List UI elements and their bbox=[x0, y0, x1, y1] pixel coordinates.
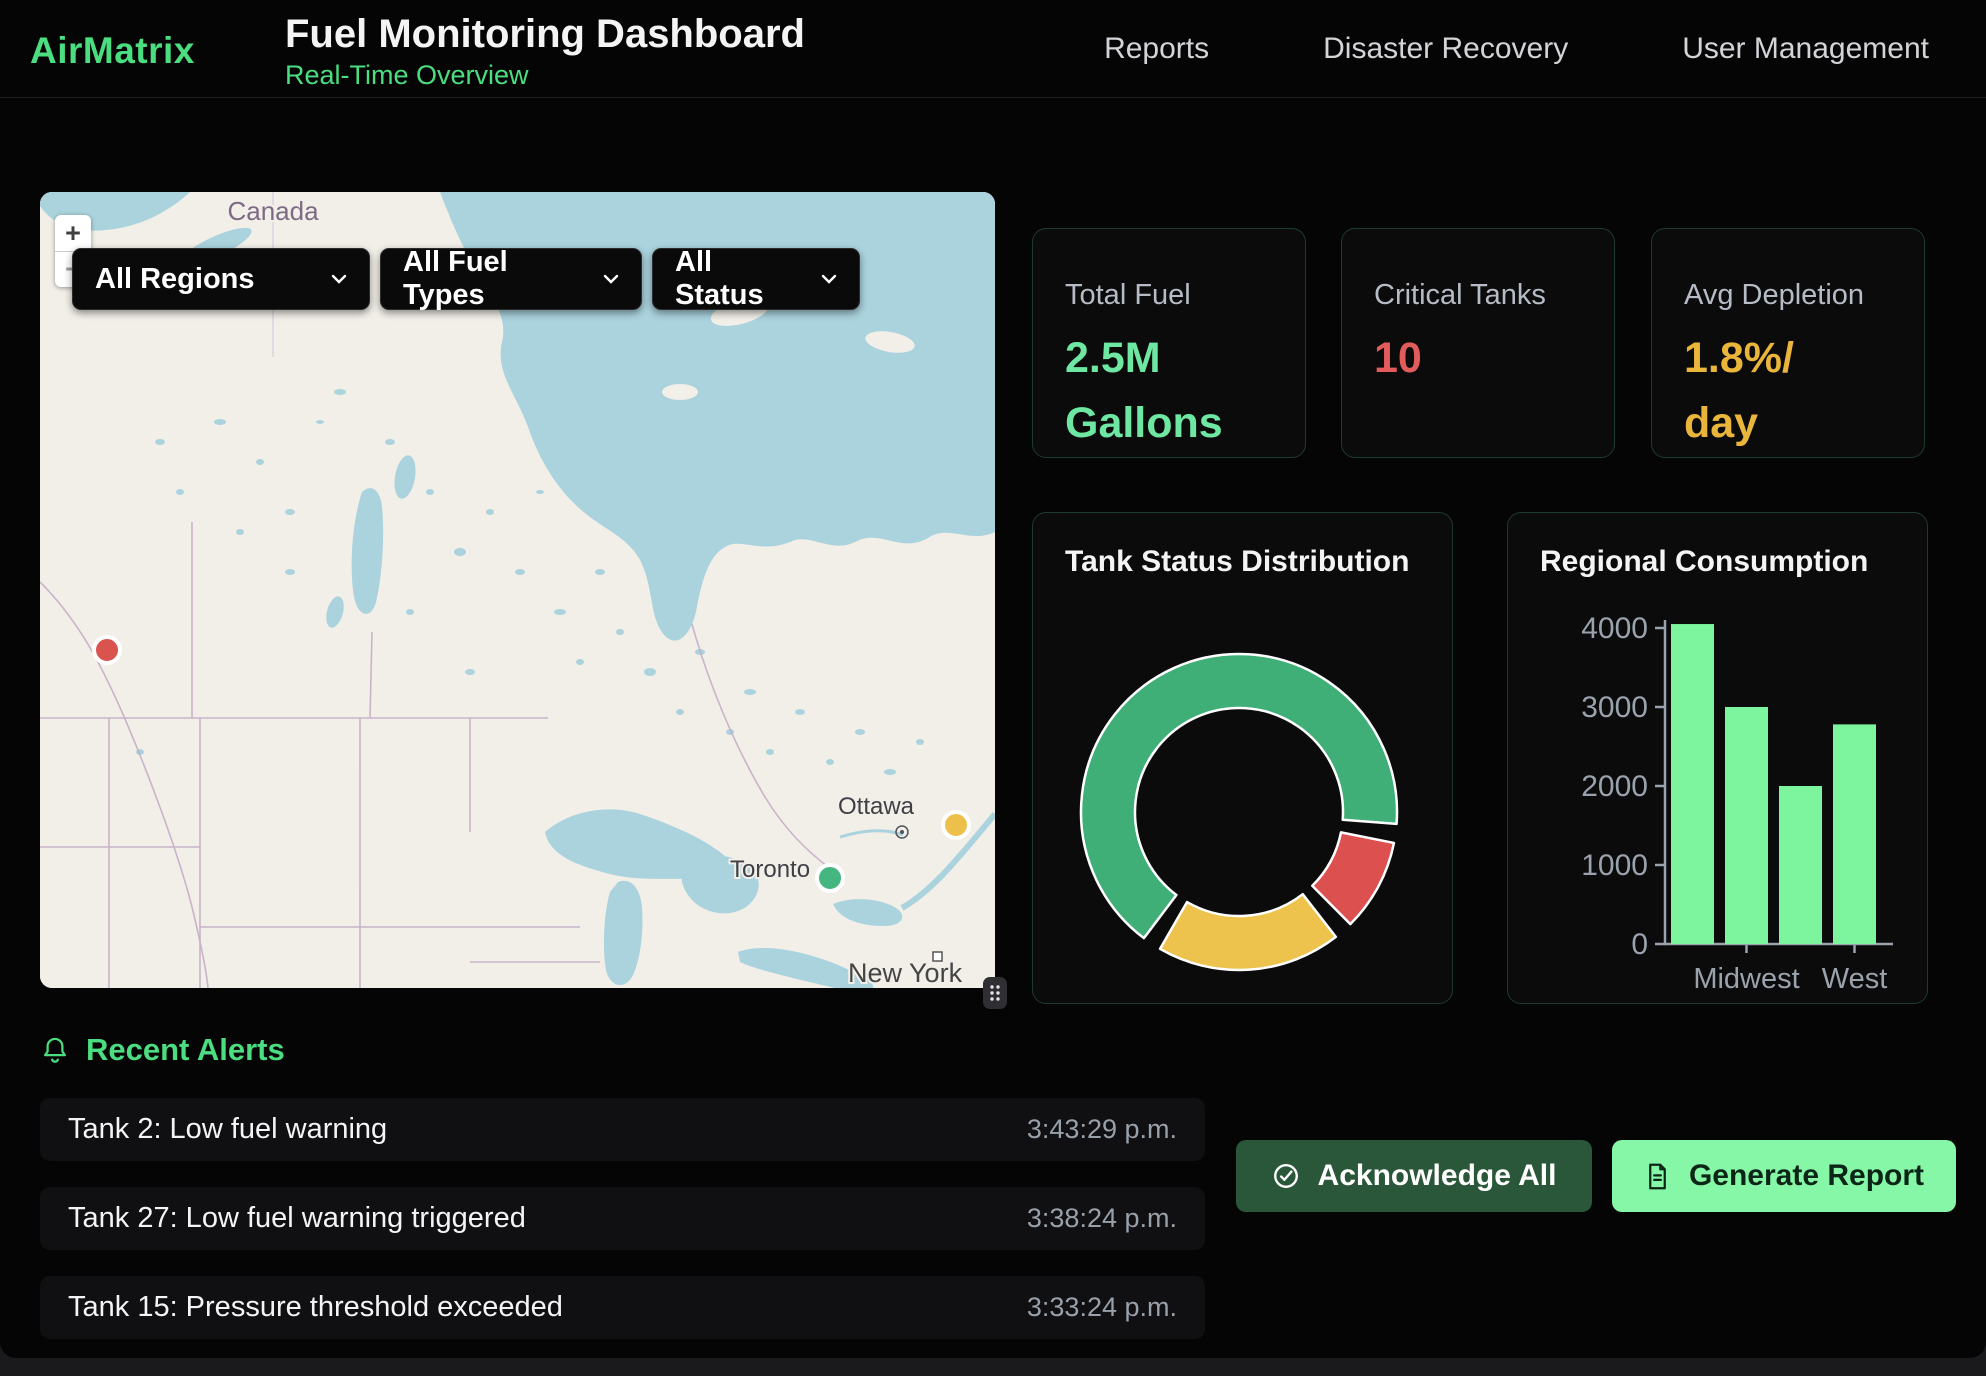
alert-row: Tank 2: Low fuel warning 3:43:29 p.m. bbox=[40, 1098, 1205, 1161]
zoom-in-button[interactable]: + bbox=[55, 215, 91, 251]
check-circle-icon bbox=[1272, 1162, 1300, 1190]
fuel-type-filter-dropdown[interactable]: All Fuel Types bbox=[380, 248, 642, 310]
svg-text:4000: 4000 bbox=[1581, 612, 1648, 645]
map-label-new-york: New York bbox=[848, 958, 963, 988]
alert-message: Tank 2: Low fuel warning bbox=[68, 1113, 387, 1146]
stat-card-critical-tanks: Critical Tanks 10 bbox=[1341, 228, 1615, 458]
chevron-down-icon bbox=[307, 274, 347, 284]
regional-consumption-chart: 0 1000 2000 3000 4000 Midwest West bbox=[1508, 513, 1929, 1005]
dashboard-app: AirMatrix Fuel Monitoring Dashboard Real… bbox=[0, 0, 1986, 1358]
map-section: Canada Ottawa Toronto New York + − All R… bbox=[40, 192, 995, 988]
chevron-down-icon bbox=[797, 274, 837, 284]
report-document-icon bbox=[1644, 1162, 1671, 1191]
map-resize-handle[interactable] bbox=[983, 977, 1007, 1009]
stat-label: Critical Tanks bbox=[1374, 279, 1582, 312]
map-label-canada: Canada bbox=[227, 196, 319, 226]
nav-user-management[interactable]: User Management bbox=[1682, 32, 1929, 66]
nav-disaster-recovery[interactable]: Disaster Recovery bbox=[1323, 32, 1568, 66]
page-title: Fuel Monitoring Dashboard bbox=[285, 12, 805, 57]
stat-card-avg-depletion: Avg Depletion 1.8%/day bbox=[1651, 228, 1925, 458]
marker-normal[interactable] bbox=[817, 865, 843, 891]
alert-time: 3:43:29 p.m. bbox=[1027, 1114, 1177, 1145]
alerts-heading-label: Recent Alerts bbox=[86, 1032, 285, 1068]
svg-text:3000: 3000 bbox=[1581, 691, 1648, 724]
status-filter-dropdown[interactable]: All Status bbox=[652, 248, 860, 310]
title-block: Fuel Monitoring Dashboard Real-Time Over… bbox=[285, 12, 805, 91]
map-filters: All Regions All Fuel Types All Status bbox=[72, 248, 860, 310]
generate-report-button[interactable]: Generate Report bbox=[1612, 1140, 1956, 1212]
stat-label: Avg Depletion bbox=[1684, 279, 1892, 312]
fuel-type-filter-label: All Fuel Types bbox=[403, 246, 579, 312]
map-label-ottawa: Ottawa bbox=[838, 793, 915, 820]
svg-text:1000: 1000 bbox=[1581, 849, 1648, 882]
status-filter-label: All Status bbox=[675, 246, 797, 312]
nav-reports[interactable]: Reports bbox=[1104, 32, 1209, 66]
stat-value: 1.8%/day bbox=[1684, 326, 1854, 455]
svg-text:West: West bbox=[1822, 963, 1888, 995]
region-filter-dropdown[interactable]: All Regions bbox=[72, 248, 370, 310]
stat-label: Total Fuel bbox=[1065, 279, 1273, 312]
acknowledge-all-label: Acknowledge All bbox=[1318, 1159, 1557, 1193]
main-nav: Reports Disaster Recovery User Managemen… bbox=[1104, 0, 1929, 98]
grip-dots-icon bbox=[984, 978, 1006, 1008]
regional-consumption-card: Regional Consumption 01000200030004000Mi… bbox=[1507, 512, 1928, 1004]
donut-chart-title: Tank Status Distribution bbox=[1065, 545, 1409, 579]
region-filter-label: All Regions bbox=[95, 263, 255, 296]
stat-value: 2.5MGallons bbox=[1065, 326, 1235, 455]
tank-status-donut bbox=[1059, 632, 1419, 992]
generate-report-label: Generate Report bbox=[1689, 1159, 1924, 1193]
alert-message: Tank 15: Pressure threshold exceeded bbox=[68, 1291, 563, 1324]
marker-critical[interactable] bbox=[94, 637, 120, 663]
acknowledge-all-button[interactable]: Acknowledge All bbox=[1236, 1140, 1592, 1212]
svg-text:0: 0 bbox=[1631, 928, 1648, 961]
alert-row: Tank 15: Pressure threshold exceeded 3:3… bbox=[40, 1276, 1205, 1339]
marker-warning[interactable] bbox=[943, 812, 969, 838]
alert-row: Tank 27: Low fuel warning triggered 3:38… bbox=[40, 1187, 1205, 1250]
tank-status-card: Tank Status Distribution bbox=[1032, 512, 1453, 1004]
alert-time: 3:38:24 p.m. bbox=[1027, 1203, 1177, 1234]
page-subtitle: Real-Time Overview bbox=[285, 60, 805, 91]
svg-text:Midwest: Midwest bbox=[1693, 963, 1799, 995]
map-label-toronto: Toronto bbox=[730, 856, 810, 883]
svg-text:2000: 2000 bbox=[1581, 770, 1648, 803]
brand-logo[interactable]: AirMatrix bbox=[30, 30, 195, 72]
stat-value: 10 bbox=[1374, 326, 1544, 391]
alert-time: 3:33:24 p.m. bbox=[1027, 1292, 1177, 1323]
ottawa-town-dot-icon bbox=[900, 830, 904, 834]
stat-card-total-fuel: Total Fuel 2.5MGallons bbox=[1032, 228, 1306, 458]
header: AirMatrix Fuel Monitoring Dashboard Real… bbox=[0, 0, 1986, 98]
alert-message: Tank 27: Low fuel warning triggered bbox=[68, 1202, 526, 1235]
alerts-heading: Recent Alerts bbox=[40, 1032, 285, 1068]
chevron-down-icon bbox=[579, 274, 619, 284]
bell-icon bbox=[40, 1034, 70, 1066]
